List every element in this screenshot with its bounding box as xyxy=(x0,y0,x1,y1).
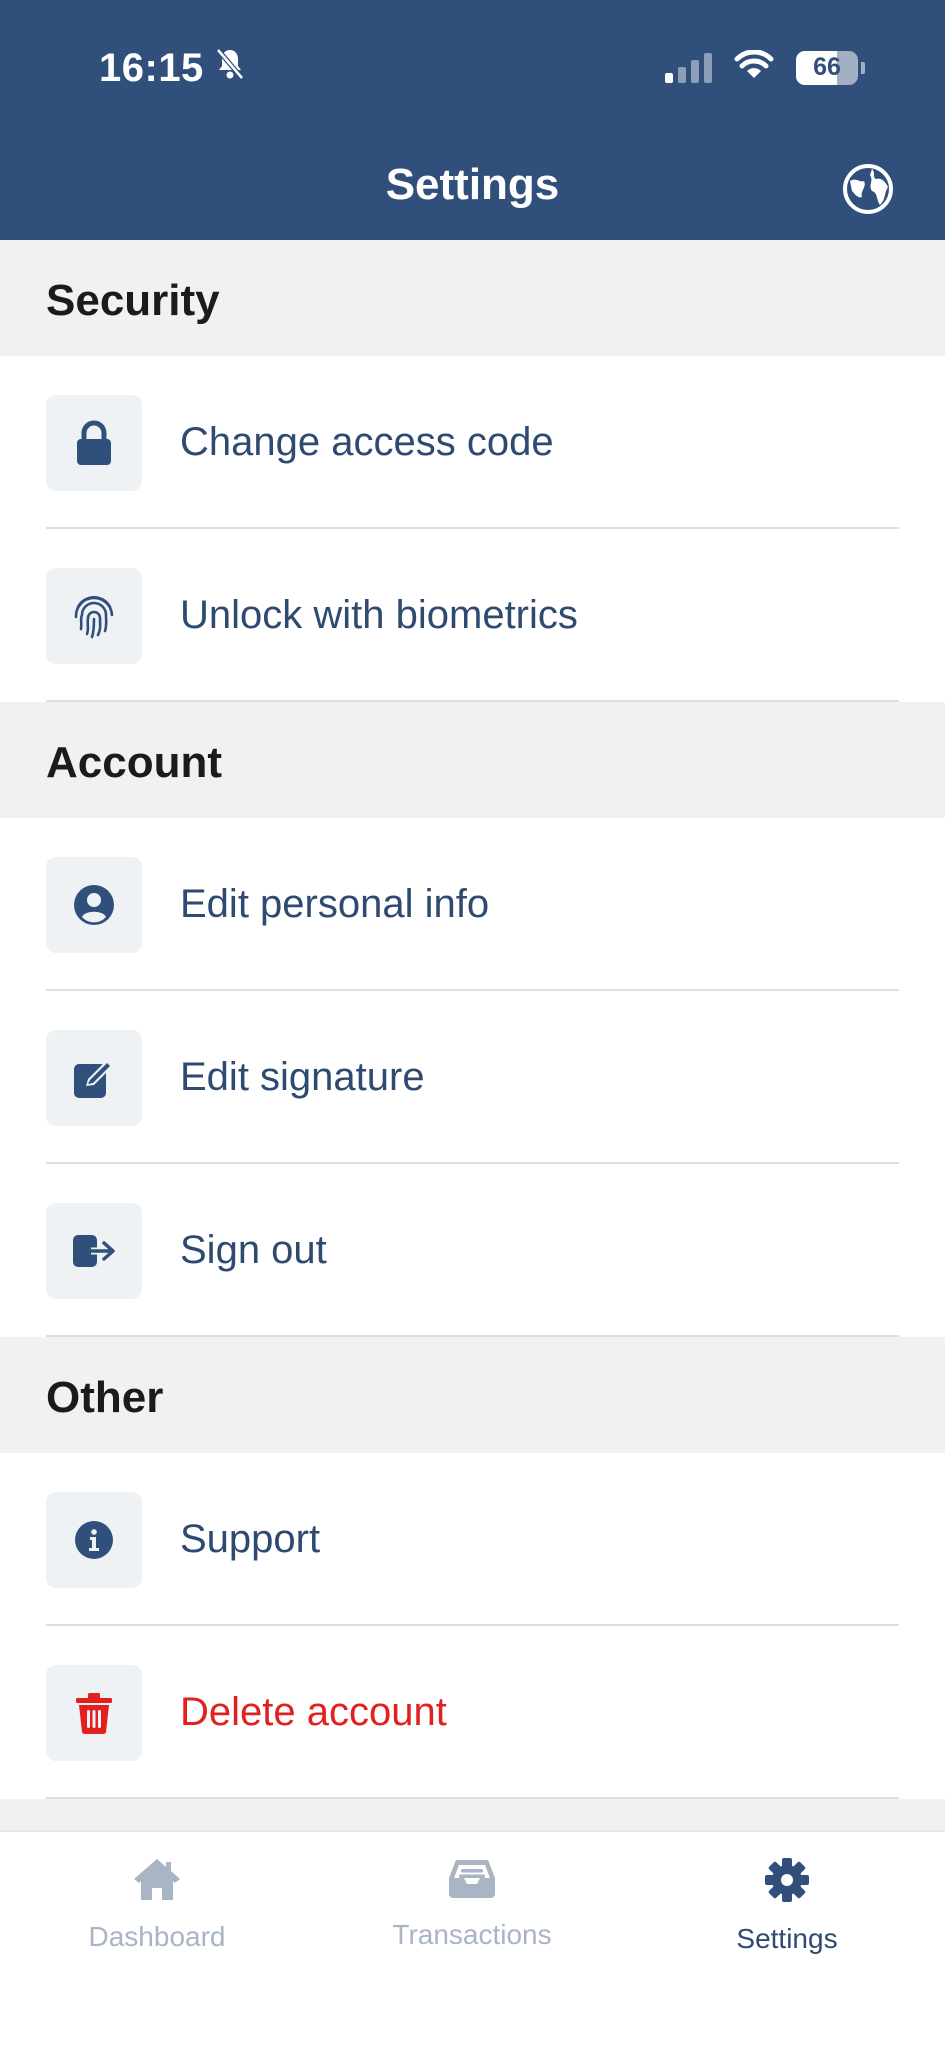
tab-dashboard[interactable]: Dashboard xyxy=(57,1856,257,1953)
section-header-account: Account xyxy=(0,702,945,818)
wifi-icon xyxy=(734,49,774,85)
status-indicators: 66 xyxy=(665,49,865,85)
tab-label: Transactions xyxy=(392,1919,552,1950)
delete-account-row[interactable]: Delete account xyxy=(0,1626,945,1799)
inbox-icon xyxy=(448,1856,496,1905)
row-label: Delete account xyxy=(180,1690,447,1734)
user-circle-icon xyxy=(46,856,142,953)
sign-out-row[interactable]: Sign out xyxy=(0,1164,945,1337)
info-icon xyxy=(46,1491,142,1588)
app-header: 16:15 66 Settings xyxy=(0,0,945,240)
row-label: Unlock with biometrics xyxy=(180,593,578,637)
battery-icon: 66 xyxy=(796,50,865,85)
bottom-tab-bar: Dashboard Transactions Settings xyxy=(0,1830,945,2048)
edit-personal-info-row[interactable]: Edit personal info xyxy=(0,818,945,991)
tab-label: Settings xyxy=(736,1923,838,1954)
row-label: Sign out xyxy=(180,1228,327,1272)
cellular-signal-icon xyxy=(665,52,712,83)
tab-transactions[interactable]: Transactions xyxy=(372,1856,572,1951)
edit-icon xyxy=(46,1029,142,1126)
section-header-other: Other xyxy=(0,1337,945,1453)
section-header-security: Security xyxy=(0,240,945,356)
tab-settings[interactable]: Settings xyxy=(687,1856,887,1955)
row-label: Edit signature xyxy=(180,1055,425,1099)
unlock-biometrics-row[interactable]: Unlock with biometrics xyxy=(0,529,945,702)
battery-percent: 66 xyxy=(813,53,841,81)
row-label: Edit personal info xyxy=(180,882,490,926)
sign-out-icon xyxy=(46,1202,142,1299)
globe-icon xyxy=(842,163,894,220)
home-icon xyxy=(132,1856,182,1907)
gear-icon xyxy=(763,1856,811,1909)
row-label: Support xyxy=(180,1517,321,1561)
section-title: Security xyxy=(46,276,220,325)
bell-muted-icon xyxy=(214,46,246,91)
tab-label: Dashboard xyxy=(88,1921,226,1952)
page-title: Settings xyxy=(385,160,560,209)
status-time-group: 16:15 xyxy=(99,46,246,91)
fingerprint-icon xyxy=(46,567,142,664)
trash-icon xyxy=(46,1664,142,1761)
section-title: Other xyxy=(46,1373,164,1422)
language-button[interactable] xyxy=(841,163,895,220)
settings-list: Security Change access code Unlock with … xyxy=(0,240,945,1799)
change-access-code-row[interactable]: Change access code xyxy=(0,356,945,529)
edit-signature-row[interactable]: Edit signature xyxy=(0,991,945,1164)
status-time: 16:15 xyxy=(99,46,204,90)
support-row[interactable]: Support xyxy=(0,1453,945,1626)
row-label: Change access code xyxy=(180,420,554,464)
section-title: Account xyxy=(46,738,222,787)
lock-icon xyxy=(46,394,142,491)
